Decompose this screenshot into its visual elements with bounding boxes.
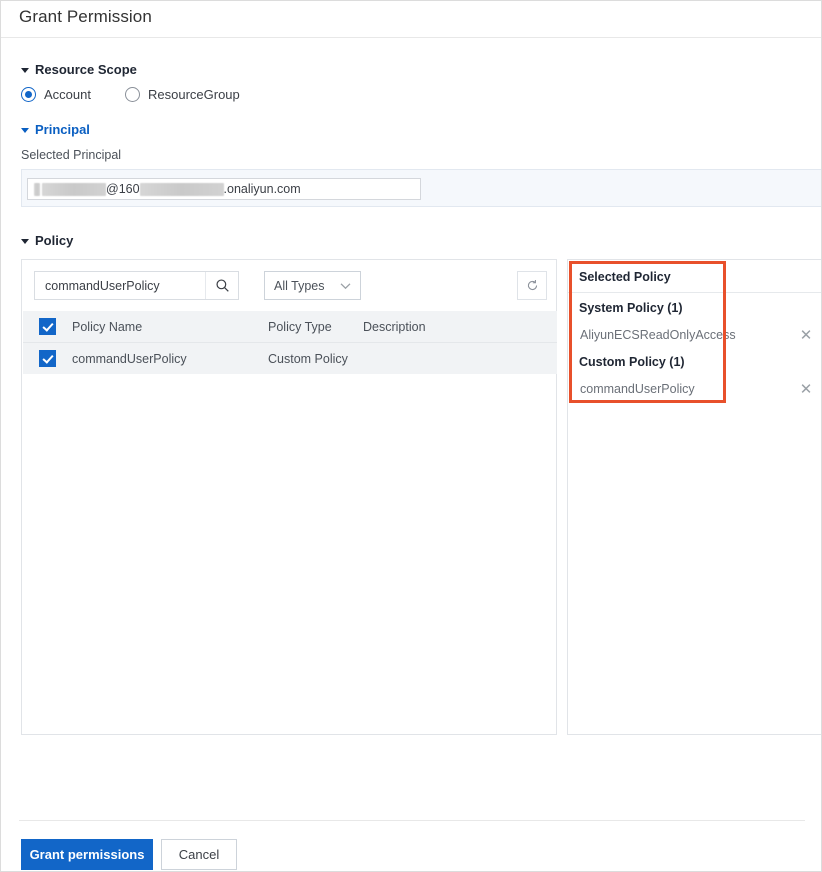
remove-policy-button[interactable]: ✕ [797,326,815,344]
resource-scope-radio-group: Account ResourceGroup [21,87,274,102]
search-input[interactable]: commandUserPolicy [35,279,205,293]
selected-policy-item: AliyunECSReadOnlyAccess [580,328,736,342]
principal-value-field[interactable]: @160 .onaliyun.com [27,178,421,200]
caret-down-icon [21,128,29,133]
policy-type-select-value: All Types [274,278,325,293]
column-header-policy-type[interactable]: Policy Type [268,320,332,334]
row-checkbox[interactable] [39,350,56,367]
select-all-checkbox[interactable] [39,318,56,335]
redacted-segment [139,182,224,196]
grant-permission-dialog: Grant Permission Resource Scope Account … [0,0,822,872]
selected-policy-title: Selected Policy [579,270,671,284]
selected-policy-panel: Selected Policy System Policy (1) Aliyun… [567,259,821,735]
selected-principal-label: Selected Principal [21,148,122,162]
policy-table: Policy Name Policy Type Description comm… [23,311,557,374]
remove-policy-button[interactable]: ✕ [797,380,815,398]
search-icon [215,279,229,292]
section-header-resource-scope[interactable]: Resource Scope [21,62,137,77]
column-header-description[interactable]: Description [363,320,426,334]
redacted-segment [42,182,106,196]
section-label-principal: Principal [35,122,90,137]
caret-down-icon [21,239,29,244]
policy-type-select[interactable]: All Types [264,271,361,300]
table-header-row: Policy Name Policy Type Description [23,311,557,343]
refresh-icon [527,279,537,291]
selected-policy-item: commandUserPolicy [580,382,695,396]
radio-indicator-resourcegroup[interactable] [124,87,140,102]
refresh-button[interactable] [517,271,547,300]
table-row[interactable]: commandUserPolicy Custom Policy [23,343,557,374]
section-header-principal[interactable]: Principal [21,122,90,137]
redacted-segment [34,182,40,196]
search-button[interactable] [205,272,238,299]
cell-policy-name: commandUserPolicy [72,351,187,366]
footer-divider [19,820,805,821]
cell-policy-type: Custom Policy [268,351,348,366]
radio-indicator-account[interactable] [21,87,36,102]
chevron-down-icon [340,282,351,289]
section-label-policy: Policy [35,233,74,248]
page-title: Grant Permission [19,7,152,26]
radio-label-resourcegroup: ResourceGroup [147,87,240,102]
radio-option-account[interactable]: Account [21,87,91,102]
caret-down-icon [21,68,29,73]
grant-permissions-button[interactable]: Grant permissions [21,839,153,870]
panel-divider [568,292,821,293]
principal-tail-text: .onaliyun.com [223,182,301,196]
column-header-policy-name[interactable]: Policy Name [72,320,142,334]
section-header-policy[interactable]: Policy [21,233,73,248]
policy-search-box[interactable]: commandUserPolicy [34,271,239,300]
principal-mid-text: @160 [106,182,140,196]
radio-option-resourcegroup[interactable]: ResourceGroup [124,87,240,102]
policy-list-panel: commandUserPolicy All Types Policy Name … [21,259,557,735]
radio-label-account: Account [44,87,91,102]
group-heading-custom-policy: Custom Policy (1) [579,355,685,369]
cancel-button[interactable]: Cancel [161,839,237,870]
section-label-resource-scope: Resource Scope [35,62,137,77]
group-heading-system-policy: System Policy (1) [579,301,683,315]
